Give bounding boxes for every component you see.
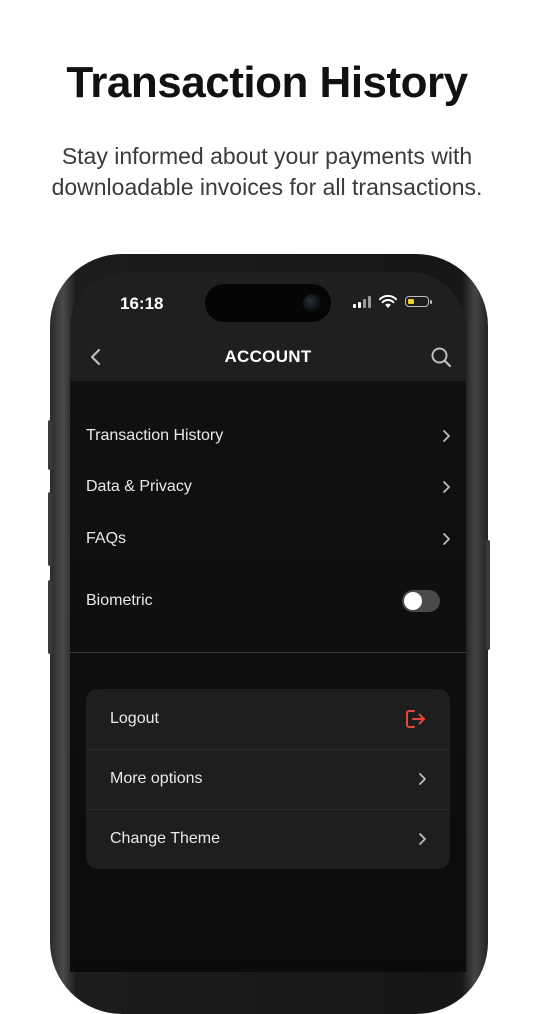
menu-item-biometric: Biometric xyxy=(86,585,452,617)
menu-item-transaction-history[interactable]: Transaction History xyxy=(86,420,452,452)
menu-item-data-privacy[interactable]: Data & Privacy xyxy=(86,471,452,503)
search-icon[interactable] xyxy=(430,346,452,368)
account-content: Transaction History Data & Privacy FAQs … xyxy=(70,381,466,972)
menu-item-faqs[interactable]: FAQs xyxy=(86,523,452,555)
menu-item-label: Transaction History xyxy=(86,427,224,444)
toggle-knob xyxy=(404,592,422,610)
phone-side-button xyxy=(48,492,52,566)
dynamic-island xyxy=(205,284,331,322)
change-theme-label: Change Theme xyxy=(110,830,220,847)
more-options-label: More options xyxy=(110,770,203,787)
chevron-right-icon xyxy=(419,773,426,785)
phone-screen: 16:18 ACCOUNT Transaction History Data &… xyxy=(70,272,466,972)
chevron-right-icon xyxy=(419,833,426,845)
menu-item-label: Data & Privacy xyxy=(86,478,192,495)
logout-label: Logout xyxy=(110,710,159,727)
logout-icon xyxy=(406,710,425,728)
change-theme-button[interactable]: Change Theme xyxy=(86,809,450,869)
app-bar: ACCOUNT xyxy=(70,334,466,381)
cellular-signal-icon xyxy=(353,294,373,310)
chevron-right-icon xyxy=(443,430,450,442)
page-title: ACCOUNT xyxy=(224,347,312,366)
headline: Transaction History xyxy=(66,58,468,107)
status-time: 16:18 xyxy=(120,294,164,313)
menu-item-label: FAQs xyxy=(86,530,127,547)
chevron-right-icon xyxy=(443,481,450,493)
status-bar: 16:18 xyxy=(70,272,466,334)
biometric-toggle[interactable] xyxy=(402,590,440,612)
menu-item-label: Biometric xyxy=(86,592,153,609)
status-icons xyxy=(353,294,435,310)
chevron-right-icon xyxy=(443,533,450,545)
front-camera xyxy=(303,294,321,312)
phone-power-button xyxy=(486,540,490,650)
section-divider xyxy=(70,652,466,653)
subheadline: Stay informed about your payments with d… xyxy=(51,143,483,200)
wifi-icon xyxy=(379,294,397,308)
phone-side-button xyxy=(48,420,52,470)
phone-side-button xyxy=(48,580,52,654)
actions-card: Logout More options Change Theme xyxy=(86,689,450,869)
logout-button[interactable]: Logout xyxy=(86,689,450,749)
more-options-button[interactable]: More options xyxy=(86,749,450,809)
